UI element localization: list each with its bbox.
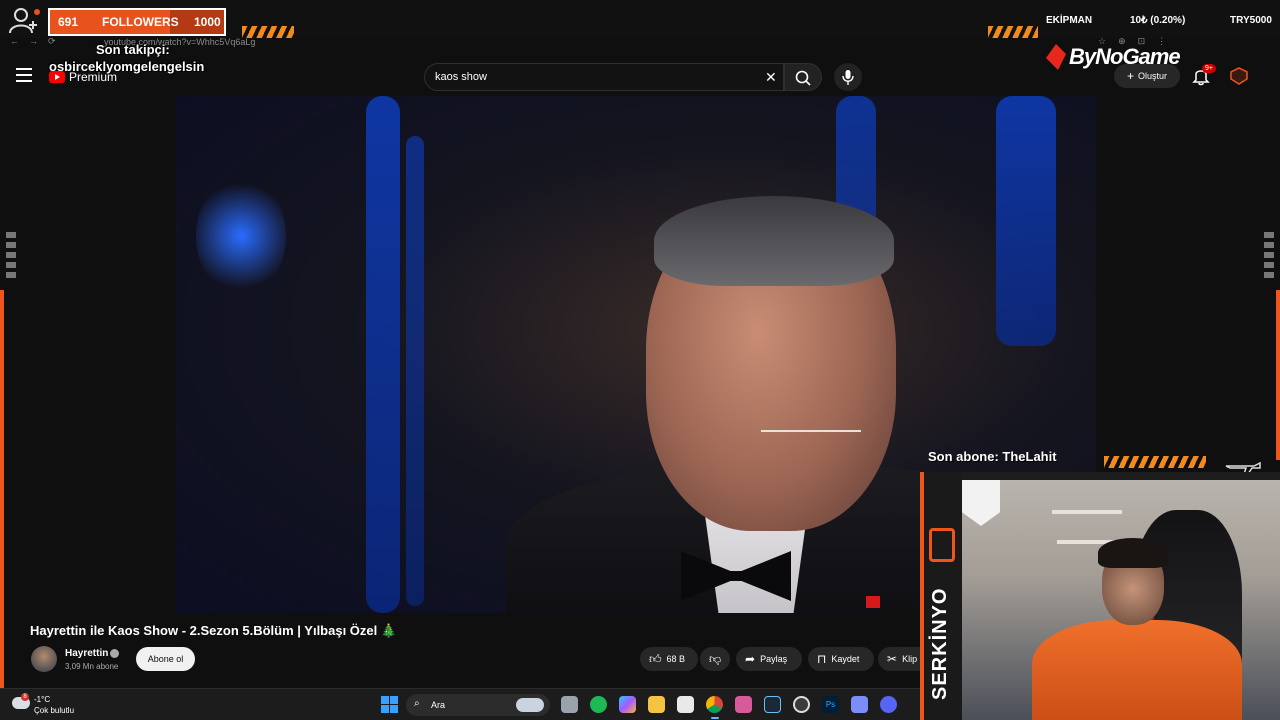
subscribe-button[interactable]: Abone ol: [136, 647, 195, 671]
stage-light: [366, 96, 400, 613]
stage-spotlight: [196, 176, 286, 296]
windows-start-icon[interactable]: [381, 696, 398, 713]
ekipman-label: EKİPMAN: [1046, 14, 1093, 26]
mic-icon: [842, 70, 854, 85]
channel-avatar[interactable]: [31, 646, 57, 672]
task-view-icon[interactable]: [561, 696, 578, 713]
active-app-indicator: [711, 717, 719, 719]
clip-label: Klip: [902, 654, 918, 664]
close-icon[interactable]: ✕: [765, 69, 777, 86]
overlay-ticker: EKİPMAN 10₺ (0.20%) TRY5000: [1040, 6, 1280, 34]
followers-count: 691: [58, 15, 79, 29]
dislike-button[interactable]: 👎︎: [700, 647, 730, 671]
overlay-border-left: [0, 290, 4, 690]
side-decoration-left: [6, 232, 16, 282]
streamer-hair: [1098, 538, 1168, 568]
bynogame-logo-icon: [1046, 44, 1066, 70]
stream-overlay-top-bar: 691 FOLLOWERS 1000 EKİPMAN 10₺ (0.20%) T…: [0, 0, 1280, 38]
flag-pin: [866, 596, 880, 608]
search-icon: ⌕: [414, 698, 420, 709]
subscriber-count: 3,09 Mn abone: [65, 662, 119, 671]
store-icon[interactable]: [677, 696, 694, 713]
windows-taskbar: 8 -1°C Çok bulutlu ⌕ Ara Ps: [0, 688, 920, 720]
copilot-icon[interactable]: [619, 696, 636, 713]
spotify-icon[interactable]: [590, 696, 607, 713]
streamer-name: SERKİNYO: [929, 587, 951, 700]
stream-screenshot: 691 FOLLOWERS 1000 EKİPMAN 10₺ (0.20%) T…: [0, 0, 1280, 720]
browser-nav-icons[interactable]: ←→⟳: [10, 36, 66, 47]
headset-mic: [761, 430, 861, 432]
app-icon[interactable]: [735, 696, 752, 713]
taskbar-search-placeholder: Ara: [431, 700, 446, 710]
video-title: Hayrettin ile Kaos Show - 2.Sezon 5.Bölü…: [30, 623, 398, 638]
streamer-hoodie: [1032, 620, 1242, 720]
presenter-hair: [654, 196, 894, 286]
search-highlight-icon: [516, 698, 544, 712]
followers-goal-bar: 691 FOLLOWERS 1000: [48, 8, 226, 36]
share-label: Paylaş: [760, 654, 788, 664]
taskbar-search[interactable]: ⌕ Ara: [406, 694, 550, 716]
thumbs-up-icon: 👍︎: [649, 651, 662, 666]
hamburger-icon[interactable]: [16, 68, 32, 86]
save-button[interactable]: ⊓ Kaydet: [808, 647, 874, 671]
stage-light: [996, 96, 1056, 346]
search-input[interactable]: kaos show ✕: [424, 63, 784, 91]
share-button[interactable]: ➦ Paylaş: [736, 647, 802, 671]
obs-icon[interactable]: [793, 696, 810, 713]
overlay-border-right: [1276, 290, 1280, 460]
thumbs-down-icon: 👎︎: [709, 651, 722, 666]
search-icon: [795, 70, 811, 86]
premium-label: Premium: [69, 70, 118, 84]
followers-goal: 1000: [194, 15, 221, 29]
wall-shelf: [1052, 510, 1122, 514]
last-subscriber-label: Son abone: TheLahit: [928, 449, 1057, 464]
channel-name[interactable]: Hayrettin: [65, 648, 108, 659]
webcam-feed: [962, 480, 1280, 720]
discord-icon[interactable]: [880, 696, 897, 713]
donation-ticker: 10₺ (0.20%): [1130, 14, 1186, 26]
chrome-icon[interactable]: [706, 696, 723, 713]
create-button[interactable]: + Oluştur: [1114, 64, 1180, 88]
save-label: Kaydet: [831, 654, 860, 664]
streamer-badge-icon: [929, 528, 955, 562]
search-button[interactable]: [784, 63, 822, 91]
app-icon[interactable]: [851, 696, 868, 713]
share-icon: ➦: [745, 652, 756, 666]
side-decoration-right: [1264, 232, 1274, 282]
youtube-play-icon: [49, 71, 65, 83]
followers-label: FOLLOWERS: [102, 15, 179, 29]
like-button[interactable]: 👍︎ 68 B: [640, 647, 698, 671]
create-label: Oluştur: [1138, 71, 1168, 81]
weather-condition[interactable]: Çok bulutlu: [34, 706, 74, 715]
youtube-logo[interactable]: Premium: [49, 70, 117, 84]
bookmark-icon: ⊓: [817, 652, 827, 666]
last-follower-label: Son takipçi:: [96, 42, 170, 57]
steam-icon[interactable]: [764, 696, 781, 713]
notification-badge: 9+: [1202, 64, 1216, 73]
webcam-stripes: [1104, 456, 1206, 468]
photoshop-icon[interactable]: Ps: [822, 696, 839, 713]
scissors-icon: ✂: [887, 652, 898, 666]
plus-icon: +: [1126, 69, 1134, 83]
follower-person-icon: [9, 8, 40, 34]
stage-light: [406, 136, 424, 606]
temperature[interactable]: -1°C: [34, 695, 50, 704]
clip-button[interactable]: ✂ Klip: [878, 647, 920, 671]
verified-icon: [110, 649, 119, 658]
search-query: kaos show: [435, 71, 487, 83]
like-count: 68 B: [666, 654, 686, 664]
account-avatar[interactable]: [1230, 67, 1248, 85]
file-explorer-icon[interactable]: [648, 696, 665, 713]
voice-search-button[interactable]: [834, 63, 862, 91]
donation-goal: TRY5000: [1230, 14, 1272, 26]
weather-badge: 8: [21, 693, 29, 701]
